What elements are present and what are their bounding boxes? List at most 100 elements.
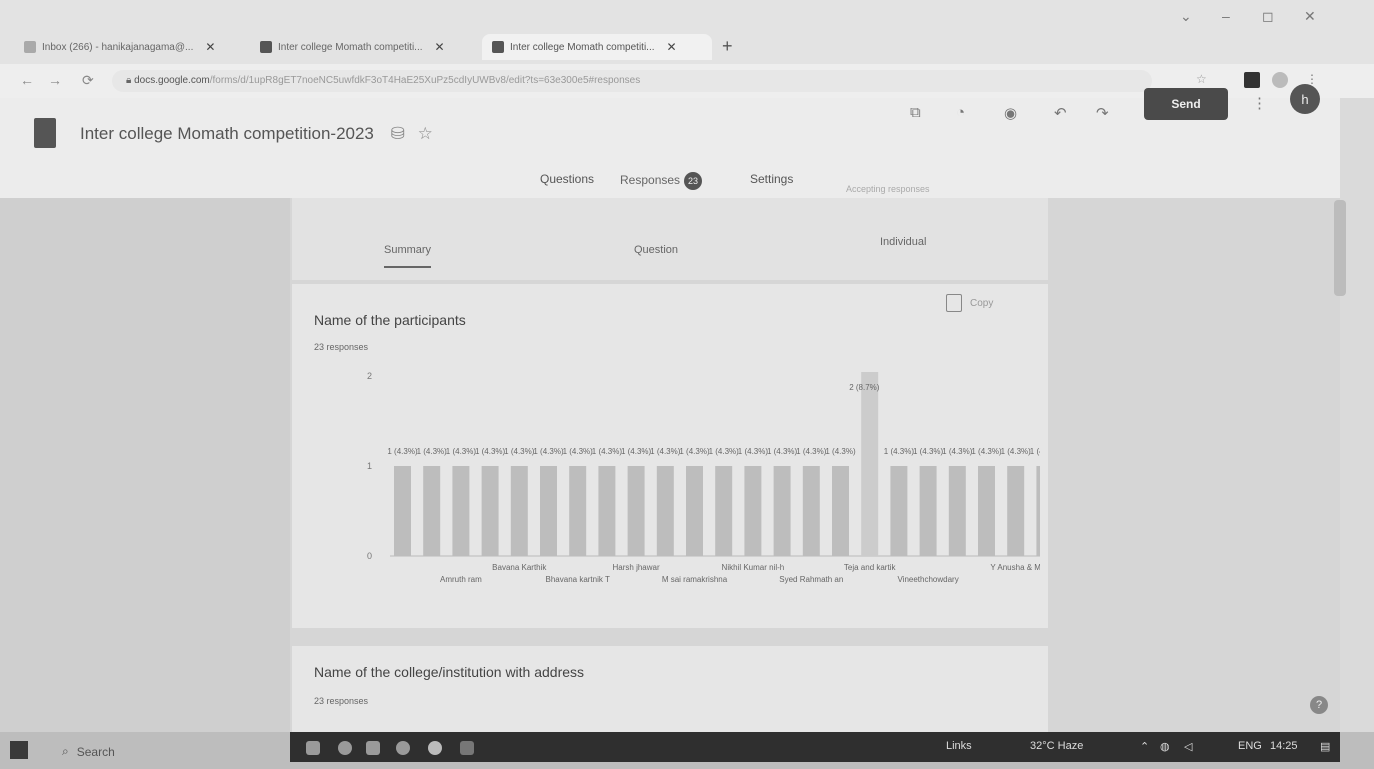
clock[interactable]: 14:25 — [1270, 740, 1298, 752]
bar-data-label: 1 (4.3%) — [767, 447, 798, 456]
undo-icon[interactable]: ↶ — [1054, 104, 1067, 122]
network-icon[interactable]: ◍ — [1160, 740, 1170, 753]
x-tick-label: Syed Rahmath an — [779, 575, 843, 584]
tab-summary[interactable]: Summary — [384, 244, 432, 268]
taskbar-search[interactable]: ⌕ Search — [62, 744, 115, 759]
forward-icon[interactable]: → — [48, 72, 62, 88]
reload-icon[interactable]: ⟳ — [82, 72, 94, 89]
chart-bar — [686, 466, 703, 556]
close-icon[interactable]: ✕ — [667, 40, 677, 54]
chart-bar — [1036, 466, 1040, 556]
question-title: Name of the college/institution with add… — [314, 664, 585, 680]
tab-questions[interactable]: Questions — [540, 172, 594, 186]
maximize-icon[interactable]: ◻ — [1262, 8, 1274, 25]
palette-icon[interactable]: ◔ — [956, 104, 965, 121]
search-icon: ⌕ — [62, 744, 69, 758]
profile-icon[interactable] — [1272, 72, 1288, 88]
form-title-text: Inter college Momath competition-2023 — [80, 124, 374, 143]
new-tab-button[interactable]: + — [722, 36, 733, 57]
response-count: 23 responses — [314, 342, 369, 352]
chart-bar — [978, 466, 995, 556]
chart-bar — [890, 466, 908, 556]
weather-widget[interactable]: 32°C Haze — [1030, 740, 1083, 752]
tab-responses[interactable]: Responses 23 — [620, 172, 703, 200]
avatar[interactable]: h — [1290, 84, 1320, 114]
bar-data-label: 1 (4.3%) — [1030, 447, 1040, 456]
chart-bar — [861, 372, 879, 556]
browser-icon[interactable] — [428, 741, 442, 755]
close-icon[interactable]: ✕ — [435, 40, 445, 54]
windows-start-icon[interactable] — [10, 741, 28, 759]
app-icon[interactable] — [396, 741, 410, 755]
forms-logo-icon — [34, 118, 56, 148]
gmail-icon — [24, 41, 36, 53]
chart-bar — [948, 466, 966, 556]
tab-individual[interactable]: Individual — [880, 236, 926, 248]
minimize-icon[interactable]: – — [1222, 8, 1230, 24]
chart-bar — [773, 466, 791, 556]
star-icon[interactable]: ☆ — [418, 124, 433, 143]
tab-title: Inbox (266) - hanikajanagama@... — [42, 41, 194, 53]
preview-icon[interactable]: ◉ — [1004, 104, 1017, 122]
bar-data-label: 1 (4.3%) — [621, 447, 652, 456]
tray-chevron-icon[interactable]: ⌃ — [1140, 740, 1149, 753]
redo-icon[interactable]: ↷ — [1096, 104, 1109, 122]
close-icon[interactable]: ✕ — [205, 40, 215, 54]
response-count: 23 responses — [314, 696, 369, 706]
volume-icon[interactable]: ◁ — [1184, 740, 1192, 753]
question-title: Name of the participants — [314, 312, 466, 328]
file-explorer-icon[interactable] — [460, 741, 474, 755]
chart-bar — [627, 466, 645, 556]
bar-data-label: 1 (4.3%) — [913, 447, 944, 456]
y-tick-label: 1 — [367, 461, 372, 471]
more-icon[interactable]: ⋮ — [1252, 94, 1267, 112]
bar-data-label: 1 (4.3%) — [796, 447, 827, 456]
copy-chart-button[interactable]: Copy — [946, 294, 993, 312]
task-view-icon[interactable] — [306, 741, 320, 755]
browser-tab-form-1[interactable]: Inter college Momath competiti... ✕ — [250, 34, 455, 60]
chart-bar — [540, 466, 557, 556]
bar-data-label: 1 (4.3%) — [533, 447, 564, 456]
bar-data-label: 1 (4.3%) — [1001, 447, 1032, 456]
form-title[interactable]: Inter college Momath competition-2023 ⛁ … — [80, 124, 433, 144]
addon-icon[interactable]: ⧉ — [910, 104, 921, 121]
send-button[interactable]: Send — [1144, 88, 1228, 120]
store-icon[interactable] — [366, 741, 380, 755]
chart-bar — [452, 466, 470, 556]
help-icon[interactable]: ? — [1310, 696, 1328, 714]
scrollbar[interactable] — [1334, 200, 1346, 296]
bar-data-label: 1 (4.3%) — [475, 447, 506, 456]
chart-bar — [715, 466, 733, 556]
tab-settings[interactable]: Settings — [750, 172, 793, 186]
move-to-folder-icon[interactable]: ⛁ — [391, 124, 405, 143]
star-icon[interactable]: ☆ — [1196, 72, 1212, 88]
bar-data-label: 1 (4.3%) — [563, 447, 594, 456]
bar-data-label: 1 (4.3%) — [971, 447, 1002, 456]
address-bar[interactable]: 🔒︎ docs.google.com/forms/d/1upR8gET7noeN… — [112, 70, 1152, 92]
participants-bar-chart: 0121 (4.3%)1 (4.3%)1 (4.3%)1 (4.3%)1 (4.… — [367, 371, 1040, 584]
sidepanel-icon[interactable] — [1244, 72, 1260, 88]
notifications-icon[interactable]: ▤ — [1320, 740, 1330, 753]
tab-search-icon[interactable]: ⌄ — [1180, 8, 1192, 25]
language-indicator[interactable]: ENG — [1238, 740, 1262, 752]
taskbar-apps — [290, 732, 1340, 762]
browser-tab-gmail[interactable]: Inbox (266) - hanikajanagama@... ✕ — [14, 34, 225, 60]
window-close-icon[interactable]: ✕ — [1304, 8, 1316, 25]
chrome-icon[interactable] — [338, 741, 352, 755]
chart-bar — [656, 466, 674, 556]
chart-bar — [510, 466, 528, 556]
chart-bar — [802, 466, 820, 556]
browser-tab-form-2[interactable]: Inter college Momath competiti... ✕ — [482, 34, 712, 60]
bar-data-label: 1 (4.3%) — [884, 447, 915, 456]
x-tick-label: Bavana Karthik — [492, 563, 547, 572]
tab-question[interactable]: Question — [634, 244, 678, 256]
back-icon[interactable]: ← — [20, 72, 34, 88]
links-toolbar[interactable]: Links — [946, 740, 972, 752]
x-tick-label: Teja and kartik — [844, 563, 897, 572]
url-path: /forms/d/1upR8gET7noeNC5uwfdkF3oT4HaE25X… — [209, 75, 641, 86]
bar-data-label: 1 (4.3%) — [650, 447, 681, 456]
y-tick-label: 2 — [367, 371, 372, 381]
chart-bar — [744, 466, 762, 556]
bar-data-label: 1 (4.3%) — [592, 447, 623, 456]
bar-data-label: 1 (4.3%) — [504, 447, 535, 456]
